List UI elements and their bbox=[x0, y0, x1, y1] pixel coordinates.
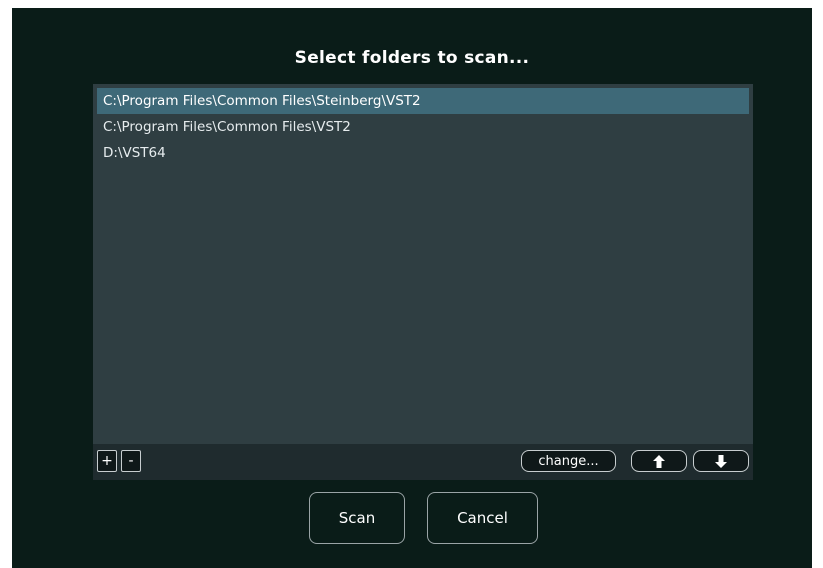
arrow-up-icon bbox=[653, 454, 665, 468]
folder-panel: C:\Program Files\Common Files\Steinberg\… bbox=[93, 84, 753, 480]
cancel-button[interactable]: Cancel bbox=[427, 492, 538, 544]
scan-folders-dialog: Select folders to scan... C:\Program Fil… bbox=[12, 8, 812, 568]
folder-item[interactable]: C:\Program Files\Common Files\Steinberg\… bbox=[97, 88, 749, 114]
scan-button[interactable]: Scan bbox=[309, 492, 405, 544]
folder-item[interactable]: D:\VST64 bbox=[97, 140, 749, 166]
add-folder-button[interactable]: + bbox=[97, 450, 117, 472]
move-up-button[interactable] bbox=[631, 450, 687, 472]
folder-list[interactable]: C:\Program Files\Common Files\Steinberg\… bbox=[97, 88, 749, 440]
change-folder-button[interactable]: change... bbox=[521, 450, 616, 472]
dialog-title: Select folders to scan... bbox=[294, 48, 530, 68]
folder-toolbar: + - change... bbox=[93, 444, 753, 480]
folder-item[interactable]: C:\Program Files\Common Files\VST2 bbox=[97, 114, 749, 140]
remove-folder-button[interactable]: - bbox=[121, 450, 141, 472]
move-down-button[interactable] bbox=[693, 450, 749, 472]
arrow-down-icon bbox=[715, 454, 727, 468]
